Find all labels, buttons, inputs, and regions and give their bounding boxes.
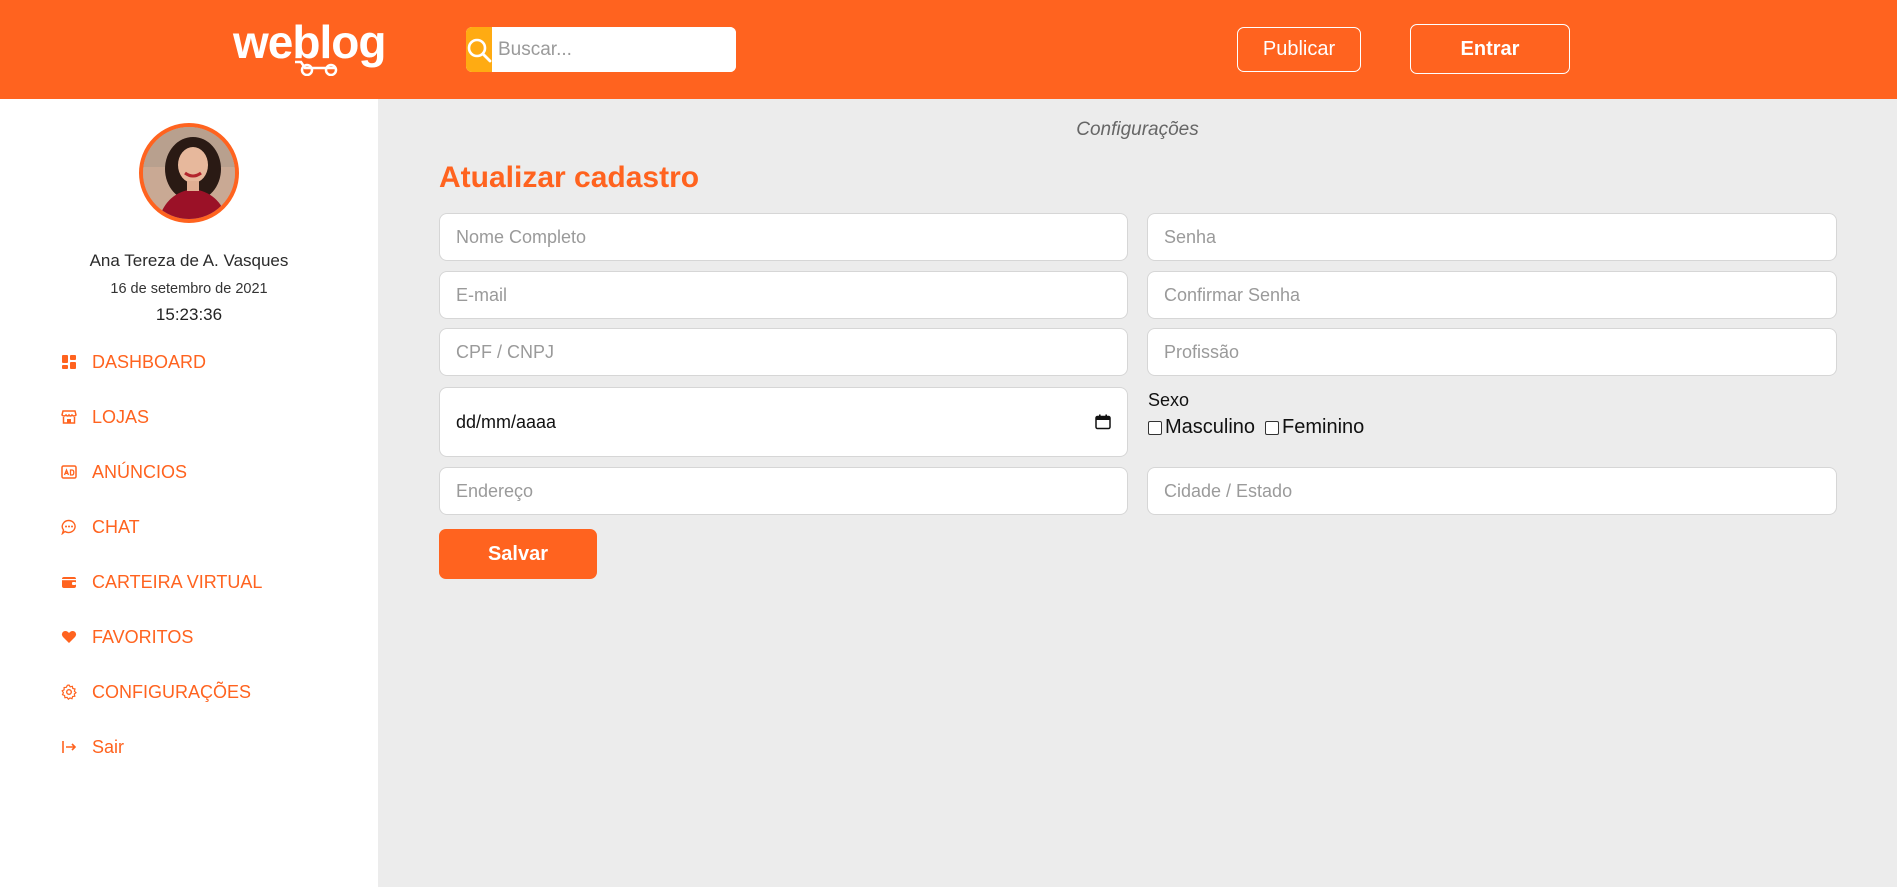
full-name-input[interactable]	[439, 213, 1128, 261]
sidebar-item-favoritos[interactable]: FAVORITOS	[60, 622, 193, 652]
password-input[interactable]	[1147, 213, 1837, 261]
birth-date-input[interactable]: dd/mm/aaaa	[439, 387, 1128, 457]
sidebar-item-sair[interactable]: Sair	[60, 732, 124, 762]
gender-option-male[interactable]: Masculino	[1148, 416, 1255, 439]
gear-icon	[60, 683, 78, 701]
sidebar-item-label: DASHBOARD	[92, 351, 207, 372]
store-icon	[60, 408, 78, 426]
avatar[interactable]	[139, 123, 239, 223]
calendar-icon[interactable]	[1095, 414, 1111, 430]
sidebar-item-anuncios[interactable]: ANÚNCIOS	[60, 457, 187, 487]
top-bar: weblog Publicar Entrar	[0, 0, 1897, 99]
confirm-password-input[interactable]	[1147, 271, 1837, 319]
date-placeholder: dd/mm/aaaa	[456, 411, 557, 432]
save-button[interactable]: Salvar	[439, 529, 597, 579]
wallet-icon	[60, 573, 78, 591]
avatar-photo	[143, 127, 235, 219]
logout-icon	[60, 738, 78, 756]
weblog-logo[interactable]: weblog	[231, 18, 416, 76]
gender-options: Masculino Feminino	[1148, 416, 1374, 439]
dashboard-icon	[60, 353, 78, 371]
sidebar: Ana Tereza de A. Vasques 16 de setembro …	[0, 99, 378, 887]
search-input[interactable]	[492, 27, 736, 72]
login-button[interactable]: Entrar	[1410, 24, 1570, 74]
sidebar-item-label: Sair	[92, 736, 125, 757]
cpf-cnpj-input[interactable]	[439, 328, 1128, 376]
email-input[interactable]	[439, 271, 1128, 319]
sidebar-item-chat[interactable]: CHAT	[60, 512, 140, 542]
sidebar-item-label: CHAT	[92, 516, 140, 537]
female-checkbox[interactable]	[1265, 420, 1280, 435]
city-state-input[interactable]	[1147, 467, 1837, 515]
chat-icon	[60, 518, 78, 536]
gender-option-female[interactable]: Feminino	[1265, 416, 1364, 439]
current-date: 16 de setembro de 2021	[110, 281, 268, 297]
address-input[interactable]	[439, 467, 1128, 515]
current-time: 15:23:36	[155, 305, 223, 324]
sidebar-item-dashboard[interactable]: DASHBOARD	[60, 347, 206, 377]
female-label: Feminino	[1282, 416, 1365, 438]
male-checkbox[interactable]	[1148, 420, 1162, 435]
logo-text: weblog	[232, 18, 385, 68]
sidebar-item-label: ANÚNCIOS	[92, 461, 188, 482]
sidebar-item-label: CARTEIRA VIRTUAL	[92, 571, 263, 592]
publish-button[interactable]: Publicar	[1237, 27, 1361, 72]
breadcrumb: Configurações	[1076, 119, 1199, 140]
ad-icon	[60, 463, 78, 481]
heart-icon	[60, 628, 78, 646]
profession-input[interactable]	[1147, 328, 1837, 376]
search-bar	[466, 27, 736, 72]
male-label: Masculino	[1165, 416, 1256, 438]
sidebar-item-carteira-virtual[interactable]: CARTEIRA VIRTUAL	[60, 567, 262, 597]
sidebar-item-lojas[interactable]: LOJAS	[60, 402, 149, 432]
user-name: Ana Tereza de A. Vasques	[89, 251, 289, 270]
sidebar-item-label: CONFIGURAÇÕES	[92, 681, 252, 702]
page-title: Atualizar cadastro	[439, 161, 700, 194]
sidebar-item-label: LOJAS	[92, 406, 150, 427]
sidebar-item-label: FAVORITOS	[92, 626, 194, 647]
search-button[interactable]	[466, 27, 492, 72]
sidebar-item-configuracoes[interactable]: CONFIGURAÇÕES	[60, 677, 251, 707]
search-icon	[467, 38, 492, 62]
gender-label: Sexo	[1148, 390, 1190, 410]
